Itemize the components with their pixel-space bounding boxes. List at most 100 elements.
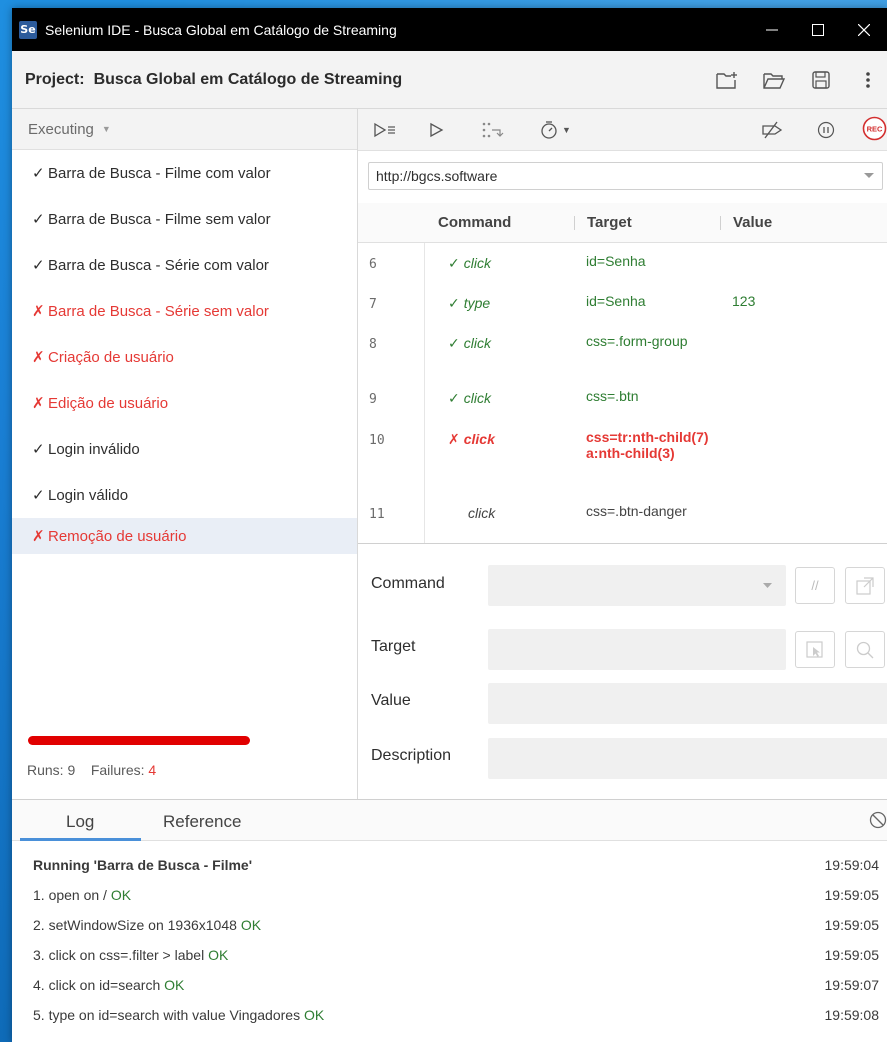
test-item[interactable]: ✓ Login inválido (12, 426, 357, 472)
column-header-target: Target (587, 214, 632, 231)
log-timestamp: 19:59:05 (824, 947, 880, 963)
selenium-ide-window: Se Selenium IDE - Busca Global em Catálo… (12, 8, 887, 1042)
pass-check-icon: ✓ (448, 255, 460, 271)
row-number: 8 (369, 337, 377, 352)
row-target: id=Senha (586, 253, 646, 269)
speed-icon (541, 121, 557, 139)
test-list: ✓ Barra de Busca - Filme com valor ✓ Barra … (12, 150, 357, 554)
fail-x-icon: ✗ (32, 303, 45, 320)
log-status: OK (110, 887, 132, 903)
run-current-test-button[interactable] (430, 120, 444, 140)
log-text: 5. type on id=search with value Vingador… (33, 1007, 301, 1023)
more-options-button[interactable] (854, 65, 881, 95)
row-command: ✓ click (448, 255, 491, 272)
failures-label: Failures: (90, 762, 145, 778)
step-icon (482, 122, 504, 138)
column-header-value: Value (733, 214, 773, 231)
command-input[interactable] (488, 565, 786, 606)
target-input[interactable] (488, 629, 786, 670)
log-status: OK (164, 977, 185, 993)
tab-log[interactable]: Log (66, 812, 94, 832)
executing-dropdown[interactable]: Executing ▼ (12, 109, 357, 150)
commands-table: 6 ✓ click id=Senha 7 ✓ type id=Senha 123 8 ✓ click c… (358, 243, 887, 543)
log-text: Running 'Barra de Busca - Filme' (33, 857, 253, 873)
test-speed-button[interactable]: ▼ (539, 120, 571, 140)
log-line: 5. type on id=search with value Vingador… (33, 1007, 324, 1023)
base-url-field[interactable]: http://bgcs.software (368, 162, 883, 190)
pass-check-icon: ✓ (448, 390, 460, 406)
log-timestamp: 19:59:04 (824, 857, 880, 873)
test-name: Barra de Busca - Série com valor (48, 256, 269, 274)
open-project-button[interactable] (760, 65, 787, 95)
runs-count: 9 (67, 762, 76, 778)
log-text: 1. open on / (33, 887, 107, 903)
log-timestamp: 19:59:05 (824, 917, 880, 933)
selenium-app-icon: Se (19, 20, 37, 39)
progress-bar (28, 736, 250, 745)
log-status: OK (208, 947, 229, 963)
new-folder-icon (715, 72, 737, 89)
run-all-tests-button[interactable] (374, 120, 396, 140)
test-item[interactable]: ✗ Edição de usuário (12, 380, 357, 426)
find-target-button[interactable] (845, 631, 885, 668)
tab-reference[interactable]: Reference (163, 812, 241, 832)
playback-toolbar: ▼ REC (358, 109, 887, 151)
comment-toggle-button[interactable]: // (795, 567, 835, 604)
row-number: 11 (369, 507, 385, 522)
chevron-down-icon: ▼ (101, 124, 111, 134)
row-command-text: click (463, 255, 491, 271)
disable-breakpoints-button[interactable] (760, 120, 784, 140)
pass-check-icon: ✓ (32, 487, 45, 504)
title-bar: Se Selenium IDE - Busca Global em Catálo… (12, 8, 887, 51)
test-item[interactable]: ✓ Barra de Busca - Filme sem valor (12, 196, 357, 242)
row-command-text: click (463, 431, 495, 447)
pause-button[interactable] (817, 120, 835, 140)
log-text: 2. setWindowSize on 1936x1048 (33, 917, 237, 933)
save-project-button[interactable] (807, 65, 834, 95)
command-label: Command (371, 575, 445, 592)
project-label: Project: (25, 70, 85, 88)
row-number: 9 (369, 392, 377, 407)
record-button[interactable]: REC (862, 116, 887, 140)
maximize-button[interactable] (795, 8, 841, 51)
base-url-value: http://bgcs.software (376, 168, 498, 184)
value-input[interactable] (488, 683, 887, 724)
fail-x-icon: ✗ (448, 431, 460, 447)
open-folder-icon (762, 73, 785, 89)
close-button[interactable] (841, 8, 887, 51)
test-item[interactable]: ✗ Criação de usuário (12, 334, 357, 380)
pass-check-icon: ✓ (448, 335, 460, 351)
project-name[interactable]: Busca Global em Catálogo de Streaming (94, 71, 403, 89)
test-item[interactable]: ✓ Barra de Busca - Série com valor (12, 242, 357, 288)
open-reference-button[interactable] (845, 567, 885, 604)
test-panel: Executing ▼ ✓ Barra de Busca - Filme com … (12, 109, 358, 799)
new-project-button[interactable] (713, 65, 740, 95)
run-summary: Runs: 9 Failures: 4 (27, 762, 156, 778)
row-value: 123 (732, 293, 756, 309)
minimize-button[interactable] (749, 8, 795, 51)
log-line: 3. click on css=.filter > label OK (33, 947, 228, 963)
test-item[interactable]: ✓ Login válido (12, 472, 357, 518)
select-target-button[interactable] (795, 631, 835, 668)
column-header-command: Command (438, 214, 512, 231)
more-options-icon (865, 72, 870, 88)
fail-x-icon: ✗ (32, 349, 45, 366)
runs-label: Runs: (27, 762, 64, 778)
test-item[interactable]: ✗ Barra de Busca - Série sem valor (12, 288, 357, 334)
comment-label: // (811, 578, 819, 593)
clear-log-button[interactable] (869, 811, 887, 834)
row-command: ✓ type (448, 295, 490, 312)
editor-divider (358, 543, 887, 544)
save-icon (811, 71, 830, 89)
test-item[interactable]: ✓ Barra de Busca - Filme com valor (12, 150, 357, 196)
description-input[interactable] (488, 738, 887, 779)
test-item[interactable]: ✗ Remoção de usuário (12, 518, 357, 554)
pass-check-icon: ✓ (448, 295, 460, 311)
description-label: Description (371, 747, 452, 764)
row-command: click (448, 505, 495, 521)
row-command: ✓ click (448, 335, 491, 352)
row-command-text: click (463, 390, 491, 406)
failures-count: 4 (148, 762, 157, 778)
log-text: 4. click on id=search (33, 977, 161, 993)
step-over-button[interactable] (480, 120, 504, 140)
